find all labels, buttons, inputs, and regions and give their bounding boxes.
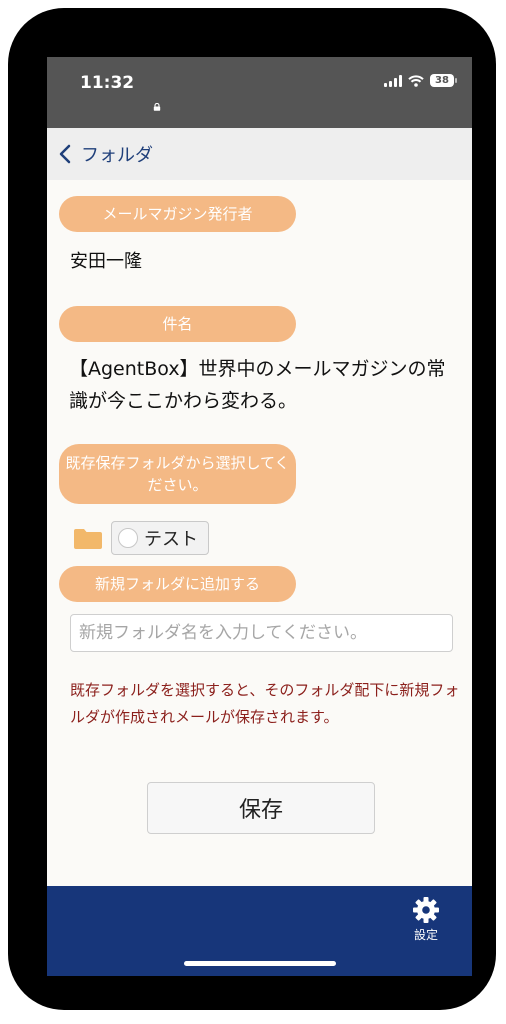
publisher-value: 安田一隆 (70, 251, 142, 272)
app-screen: 11:32 38 フォルダ メールマガジン発行者 安田一隆 件名 【AgentB… (47, 57, 472, 976)
folder-option-row: テスト (73, 521, 209, 555)
folder-option-label: テスト (144, 529, 198, 550)
folder-option-test[interactable]: テスト (111, 521, 209, 555)
home-indicator[interactable] (184, 961, 336, 966)
existing-folder-label: 既存保存フォルダから選択してください。 (59, 444, 296, 504)
navigation-bar: フォルダ (47, 128, 472, 180)
status-icons: 38 (384, 74, 457, 87)
status-time: 11:32 (80, 73, 135, 93)
signal-icon (384, 74, 402, 87)
back-button[interactable]: フォルダ (59, 141, 153, 167)
publisher-label: メールマガジン発行者 (59, 196, 296, 232)
folder-notice-text: 既存フォルダを選択すると、そのフォルダ配下に新規フォルダが作成されメールが保存さ… (70, 681, 460, 726)
back-button-label: フォルダ (81, 145, 153, 166)
status-bar: 11:32 38 (47, 57, 472, 128)
settings-tab-label: 設定 (413, 928, 438, 942)
new-folder-name-input[interactable] (70, 614, 453, 652)
new-folder-label: 新規フォルダに追加する (59, 566, 296, 602)
settings-tab[interactable]: 設定 (406, 896, 446, 943)
chevron-left-icon (59, 144, 71, 164)
battery-icon: 38 (430, 74, 457, 87)
gear-icon (413, 897, 439, 923)
battery-level: 38 (435, 75, 449, 86)
bottom-tab-bar: 設定 (47, 886, 472, 976)
lock-icon (153, 103, 161, 111)
wifi-icon (408, 74, 424, 87)
subject-label: 件名 (59, 306, 296, 342)
folder-icon (74, 529, 102, 549)
folder-radio-button[interactable] (118, 528, 138, 548)
subject-value: 【AgentBox】世界中のメールマガジンの常識が今ここかわら変わる。 (69, 358, 446, 412)
phone-frame: 11:32 38 フォルダ メールマガジン発行者 安田一隆 件名 【AgentB… (8, 8, 496, 1010)
save-button[interactable]: 保存 (147, 782, 375, 834)
